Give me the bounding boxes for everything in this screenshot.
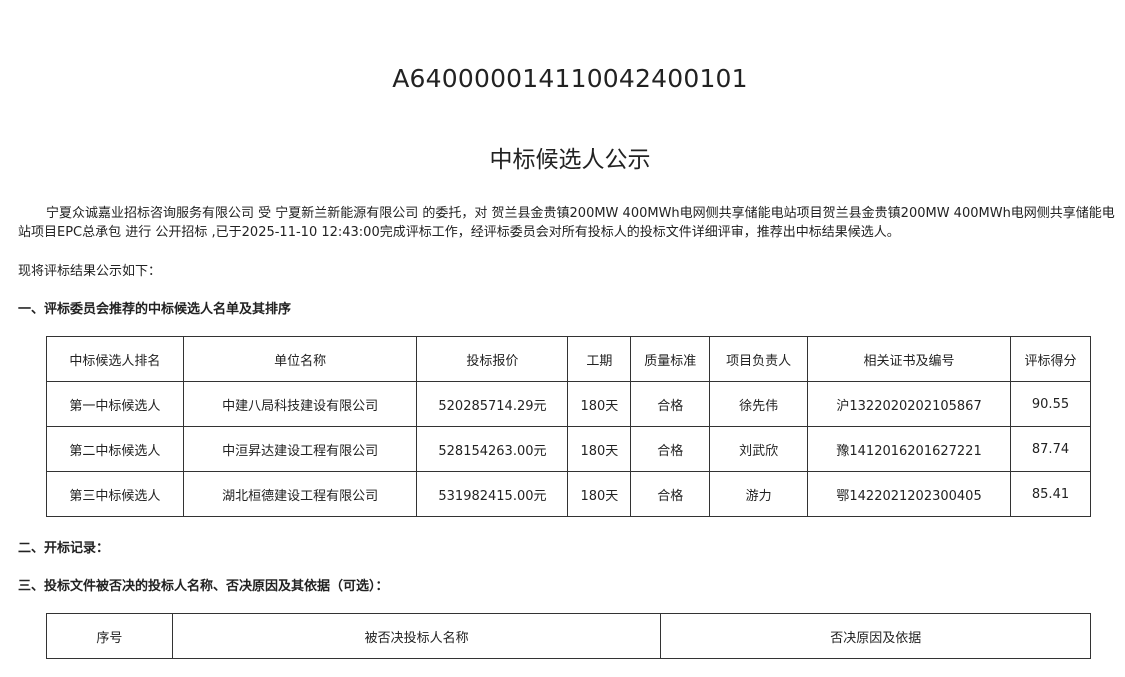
table-row: 第二中标候选人 中洹昇达建设工程有限公司 528154263.00元 180天 … <box>46 426 1091 472</box>
header-rejection-reason: 否决原因及依据 <box>660 613 1091 659</box>
document-code: A640000014110042400101 <box>392 64 748 93</box>
cell-quality: 合格 <box>630 471 711 517</box>
cell-certificate: 鄂1422021202300405 <box>807 471 1011 517</box>
cell-bid-price: 520285714.29元 <box>416 381 569 427</box>
cell-certificate: 豫1412016201627221 <box>807 426 1011 472</box>
table-header-row: 序号 被否决投标人名称 否决原因及依据 <box>46 613 1091 659</box>
cell-company: 中建八局科技建设有限公司 <box>182 381 418 427</box>
header-duration: 工期 <box>567 336 632 382</box>
header-company: 单位名称 <box>182 336 418 382</box>
table-row: 第三中标候选人 湖北桓德建设工程有限公司 531982415.00元 180天 … <box>46 471 1091 517</box>
section-heading-candidates: 一、评标委员会推荐的中标候选人名单及其排序 <box>18 302 292 317</box>
intro-paragraph: 宁夏众诚嘉业招标咨询服务有限公司 受 宁夏新兰新能源有限公司 的委托，对 贺兰县… <box>18 206 1115 240</box>
cell-rank: 第二中标候选人 <box>46 426 184 472</box>
header-rejected-bidder: 被否决投标人名称 <box>171 613 662 659</box>
header-rank: 中标候选人排名 <box>46 336 184 382</box>
header-quality: 质量标准 <box>630 336 711 382</box>
cell-score: 90.55 <box>1010 381 1091 427</box>
cell-manager: 游力 <box>709 471 809 517</box>
cell-duration: 180天 <box>567 471 632 517</box>
rejected-bidders-table: 序号 被否决投标人名称 否决原因及依据 <box>46 613 1091 659</box>
cell-quality: 合格 <box>630 381 711 427</box>
cell-company: 湖北桓德建设工程有限公司 <box>182 471 418 517</box>
cell-quality: 合格 <box>630 426 711 472</box>
announcement-page: A640000014110042400101 中标候选人公示 宁夏众诚嘉业招标咨… <box>0 0 1125 677</box>
cell-score: 85.41 <box>1010 471 1091 517</box>
table-header-row: 中标候选人排名 单位名称 投标报价 工期 质量标准 项目负责人 相关证书及编号 … <box>46 336 1091 382</box>
section-heading-rejected: 三、投标文件被否决的投标人名称、否决原因及其依据（可选）： <box>18 579 389 594</box>
cell-manager: 徐先伟 <box>709 381 809 427</box>
header-bid-price: 投标报价 <box>416 336 569 382</box>
page-title: 中标候选人公示 <box>489 147 651 173</box>
cell-bid-price: 528154263.00元 <box>416 426 569 472</box>
section-heading-opening-record: 二、开标记录： <box>18 541 110 556</box>
cell-company: 中洹昇达建设工程有限公司 <box>182 426 418 472</box>
header-manager: 项目负责人 <box>709 336 809 382</box>
cell-duration: 180天 <box>567 426 632 472</box>
lead-text: 现将评标结果公示如下： <box>18 264 162 279</box>
cell-score: 87.74 <box>1010 426 1091 472</box>
cell-certificate: 沪1322020202105867 <box>807 381 1011 427</box>
cell-bid-price: 531982415.00元 <box>416 471 569 517</box>
header-score: 评标得分 <box>1010 336 1091 382</box>
header-certificate: 相关证书及编号 <box>807 336 1011 382</box>
table-row: 第一中标候选人 中建八局科技建设有限公司 520285714.29元 180天 … <box>46 381 1091 427</box>
cell-rank: 第一中标候选人 <box>46 381 184 427</box>
cell-manager: 刘武欣 <box>709 426 809 472</box>
cell-rank: 第三中标候选人 <box>46 471 184 517</box>
header-serial-number: 序号 <box>46 613 173 659</box>
candidates-table: 中标候选人排名 单位名称 投标报价 工期 质量标准 项目负责人 相关证书及编号 … <box>46 336 1091 517</box>
cell-duration: 180天 <box>567 381 632 427</box>
